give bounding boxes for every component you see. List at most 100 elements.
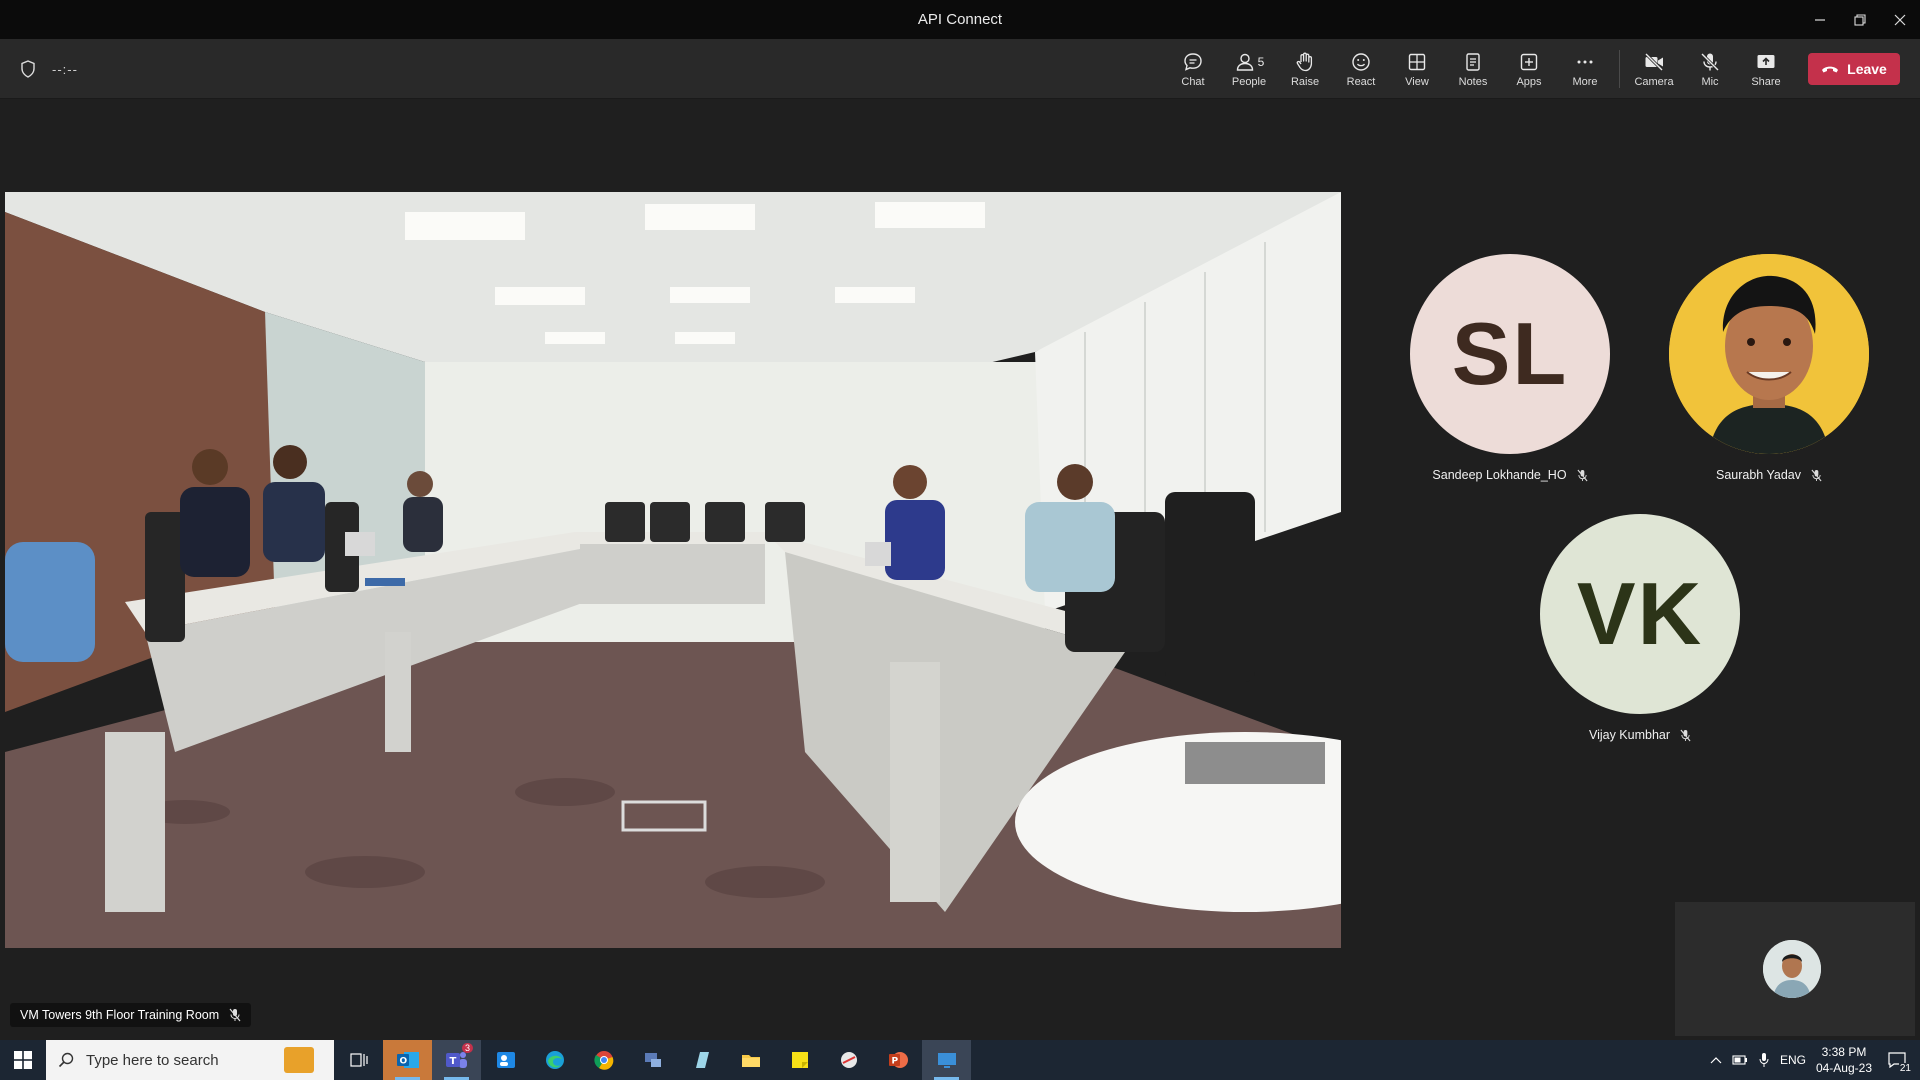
taskbar-search[interactable]: Type here to search [46,1040,334,1080]
grid-view-icon [1408,53,1426,70]
search-icon [58,1052,74,1068]
mic-off-icon [229,1008,241,1022]
restore-icon [1854,13,1866,26]
work-bag-icon [284,1047,314,1073]
outlook-icon: O [396,1052,419,1068]
people-button[interactable]: 5 People [1221,39,1277,99]
notes-label: Notes [1458,75,1488,88]
hand-icon [1296,52,1313,71]
svg-text:P: P [891,1057,898,1067]
people-label: People [1231,75,1267,88]
task-view-icon [349,1053,368,1067]
participant-name-row: Sandeep Lokhande_HO [1400,468,1620,482]
share-button[interactable]: Share [1738,39,1794,99]
outlook-app[interactable]: O [383,1040,432,1080]
react-button[interactable]: React [1333,39,1389,99]
camera-off-icon [1644,52,1664,71]
participant-name: Vijay Kumbhar [1588,728,1671,742]
task-view-button[interactable] [334,1040,383,1080]
meeting-timer: --:-- [52,61,78,77]
raise-hand-button[interactable]: Raise [1277,39,1333,99]
chrome-icon [593,1051,613,1070]
close-icon [1894,14,1906,25]
shield-icon[interactable] [20,60,36,78]
camera-button[interactable]: Camera [1626,39,1682,99]
notes-icon [1466,52,1480,71]
clock[interactable]: 3:38 PM 04-Aug-23 [1816,1044,1872,1076]
window-title: API Connect [917,11,1003,28]
powerpoint-app[interactable]: P [873,1040,922,1080]
minimize-button[interactable] [1800,0,1840,39]
self-photo [1763,940,1821,998]
chat-label: Chat [1181,75,1205,88]
self-avatar [1763,940,1821,998]
ellipsis-icon [1577,60,1593,63]
close-button[interactable] [1880,0,1920,39]
powerpoint-icon: P [888,1052,908,1068]
clock-time: 3:38 PM [1821,1045,1867,1059]
clock-date: 04-Aug-23 [1815,1061,1872,1075]
avatar: VK [1540,514,1740,714]
participant-gallery: SL Sandeep Lokhande_HO Saurabh Yadav VK … [1342,100,1920,1038]
notepad-icon [695,1052,709,1068]
chrome-app[interactable] [579,1040,628,1080]
apps-label: Apps [1516,75,1542,88]
participant-name-row: Vijay Kumbhar [1530,728,1750,742]
microphone-icon[interactable] [1758,1052,1770,1068]
leave-label: Leave [1847,61,1887,77]
language-indicator[interactable]: ENG [1780,1053,1806,1067]
share-screen-icon [1757,54,1775,68]
more-button[interactable]: More [1557,39,1613,99]
search-placeholder: Type here to search [86,1051,219,1069]
raise-label: Raise [1290,75,1320,88]
remote-desktop-app[interactable] [922,1040,971,1080]
participant-name-row: Saurabh Yadav [1659,468,1879,482]
start-button[interactable] [0,1040,46,1080]
participant-tile[interactable]: VK Vijay Kumbhar [1530,514,1750,742]
conference-room-image [5,192,1341,948]
file-explorer-app[interactable] [726,1040,775,1080]
mic-label: Mic [1701,75,1719,88]
network-app[interactable] [628,1040,677,1080]
edge-icon [545,1051,564,1069]
sticky-notes-app[interactable] [775,1040,824,1080]
mic-off-icon [1577,469,1588,481]
leave-button[interactable]: Leave [1808,53,1900,85]
self-view[interactable] [1675,902,1915,1036]
teams-app[interactable]: T 3 [432,1040,481,1080]
view-button[interactable]: View [1389,39,1445,99]
avatar [1669,254,1869,454]
notification-center-button[interactable]: 21 [1882,1040,1912,1080]
room-video-feed[interactable] [5,192,1341,948]
toolbar-divider [1619,50,1620,88]
snipping-tool-app[interactable] [824,1040,873,1080]
notes-button[interactable]: Notes [1445,39,1501,99]
notepad-app[interactable] [677,1040,726,1080]
svg-text:O: O [399,1057,407,1067]
avatar-initials: VK [1576,564,1704,663]
edge-app[interactable] [530,1040,579,1080]
more-label: More [1572,75,1598,88]
folder-icon [741,1055,760,1067]
window-controls [1800,0,1920,39]
snip-icon [840,1052,857,1068]
battery-icon[interactable] [1732,1053,1748,1067]
people-app[interactable] [481,1040,530,1080]
mic-off-icon [1811,469,1822,481]
participant-tile[interactable]: SL Sandeep Lokhande_HO [1400,254,1620,482]
chevron-up-icon[interactable] [1710,1056,1722,1064]
apps-button[interactable]: Apps [1501,39,1557,99]
chat-button[interactable]: Chat [1165,39,1221,99]
svg-text:T: T [449,1056,456,1067]
windows-taskbar: Type here to search O T 3 P ENG 3:38 PM … [0,1040,1920,1080]
title-bar: API Connect [0,0,1920,39]
chat-icon [1184,52,1202,71]
mic-button[interactable]: Mic [1682,39,1738,99]
room-name: VM Towers 9th Floor Training Room [20,1008,220,1022]
participant-name: Sandeep Lokhande_HO [1432,468,1567,482]
minimize-icon [1815,18,1825,21]
restore-button[interactable] [1840,0,1880,39]
room-name-label: VM Towers 9th Floor Training Room [10,1003,252,1027]
participant-photo [1669,254,1869,454]
participant-tile[interactable]: Saurabh Yadav [1659,254,1879,482]
